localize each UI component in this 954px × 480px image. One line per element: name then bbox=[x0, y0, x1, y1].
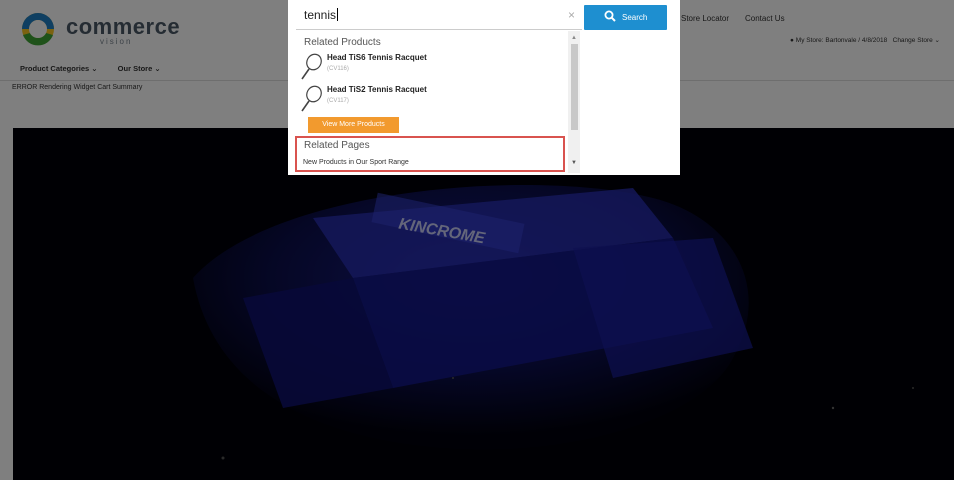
product-code: (CV117) bbox=[327, 98, 349, 104]
search-input-value: tennis bbox=[304, 8, 337, 22]
product-suggestion[interactable]: Head TiS6 Tennis Racquet (CV116) bbox=[300, 53, 560, 83]
scroll-down-icon[interactable]: ▼ bbox=[571, 160, 577, 166]
page-suggestion-link[interactable]: New Products in Our Sport Range bbox=[303, 159, 409, 166]
scroll-up-icon[interactable]: ▲ bbox=[571, 35, 577, 41]
search-button-label: Search bbox=[622, 13, 648, 22]
clear-search-icon[interactable]: × bbox=[568, 8, 575, 22]
tennis-racquet-icon bbox=[301, 53, 322, 80]
search-button[interactable]: Search bbox=[584, 5, 667, 30]
tennis-racquet-icon bbox=[301, 85, 322, 112]
view-more-products-button[interactable]: View More Products bbox=[308, 117, 399, 133]
product-code: (CV116) bbox=[327, 66, 349, 72]
related-pages-title: Related Pages bbox=[304, 140, 370, 151]
scrollbar-thumb[interactable] bbox=[571, 44, 578, 130]
product-name: Head TiS2 Tennis Racquet bbox=[327, 85, 427, 94]
search-icon bbox=[604, 10, 616, 22]
product-name: Head TiS6 Tennis Racquet bbox=[327, 53, 427, 62]
product-suggestion[interactable]: Head TiS2 Tennis Racquet (CV117) bbox=[300, 85, 560, 115]
search-input[interactable]: tennis bbox=[296, 0, 582, 30]
related-products-title: Related Products bbox=[304, 37, 381, 48]
text-caret bbox=[337, 8, 339, 21]
